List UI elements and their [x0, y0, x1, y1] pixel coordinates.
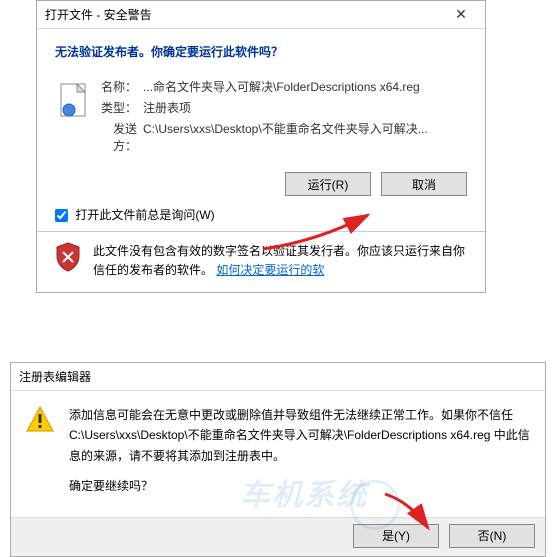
dialog2-button-row: 是(Y) 否(N) — [11, 517, 545, 556]
file-info-grid: 名称： ...命名文件夹导入可解决\FolderDescriptions x64… — [95, 78, 467, 158]
run-button[interactable]: 运行(R) — [285, 172, 371, 196]
type-value: 注册表项 — [143, 99, 467, 116]
yes-button[interactable]: 是(Y) — [353, 524, 439, 548]
info-from-row: 发送方： C:\Users\xxs\Desktop\不能重命名文件夹导入可解决.… — [95, 120, 467, 154]
name-label: 名称： — [95, 78, 143, 95]
warning-row: 此文件没有包含有效的数字签名以验证其发行者。你应该只运行来自你信任的发布者的软件… — [55, 242, 467, 280]
divider — [37, 231, 485, 232]
from-label: 发送方： — [95, 120, 143, 154]
security-warning-dialog: 打开文件 - 安全警告 ✕ 无法验证发布者。你确定要运行此软件吗？ 名称： ..… — [36, 0, 486, 293]
dialog1-titlebar: 打开文件 - 安全警告 ✕ — [37, 1, 485, 29]
shield-icon — [55, 242, 83, 280]
registry-editor-dialog: 注册表编辑器 添加信息可能会在无意中更改或删除值并导致组件无法继续正常工作。如果… — [10, 362, 546, 557]
dialog1-button-row: 运行(R) 取消 — [55, 172, 467, 196]
dialog2-body: 添加信息可能会在无意中更改或删除值并导致组件无法继续正常工作。如果你不信任 C:… — [11, 391, 545, 517]
type-label: 类型： — [95, 99, 143, 116]
dialog1-title: 打开文件 - 安全警告 — [45, 6, 441, 23]
warning-triangle-icon — [25, 405, 57, 507]
close-icon: ✕ — [455, 6, 467, 23]
always-ask-row: 打开此文件前总是询问(W) — [55, 206, 467, 223]
always-ask-label[interactable]: 打开此文件前总是询问(W) — [55, 208, 215, 222]
close-button[interactable]: ✕ — [441, 2, 481, 28]
dialog2-message-row: 添加信息可能会在无意中更改或删除值并导致组件无法继续正常工作。如果你不信任 C:… — [25, 405, 531, 507]
file-icon — [55, 78, 95, 158]
dialog2-message: 添加信息可能会在无意中更改或删除值并导致组件无法继续正常工作。如果你不信任 C:… — [69, 405, 531, 507]
always-ask-text: 打开此文件前总是询问(W) — [75, 208, 214, 222]
no-button[interactable]: 否(N) — [449, 524, 535, 548]
dialog2-msg2: 确定要继续吗？ — [69, 476, 531, 496]
how-to-decide-link[interactable]: 如何决定要运行的软 — [216, 263, 324, 277]
dialog2-titlebar: 注册表编辑器 — [11, 363, 545, 391]
name-value: ...命名文件夹导入可解决\FolderDescriptions x64.reg — [143, 78, 467, 95]
file-info-row: 名称： ...命名文件夹导入可解决\FolderDescriptions x64… — [55, 78, 467, 158]
info-name-row: 名称： ...命名文件夹导入可解决\FolderDescriptions x64… — [95, 78, 467, 95]
from-value: C:\Users\xxs\Desktop\不能重命名文件夹导入可解决... — [143, 120, 467, 154]
dialog2-title: 注册表编辑器 — [19, 368, 91, 385]
security-question: 无法验证发布者。你确定要运行此软件吗？ — [55, 43, 467, 60]
always-ask-checkbox[interactable] — [55, 209, 68, 222]
dialog2-msg1: 添加信息可能会在无意中更改或删除值并导致组件无法继续正常工作。如果你不信任 C:… — [69, 405, 531, 466]
cancel-button[interactable]: 取消 — [381, 172, 467, 196]
dialog1-body: 无法验证发布者。你确定要运行此软件吗？ 名称： ...命名文件夹导入可解决\Fo… — [37, 29, 485, 292]
warning-text-block: 此文件没有包含有效的数字签名以验证其发行者。你应该只运行来自你信任的发布者的软件… — [93, 242, 467, 280]
info-type-row: 类型： 注册表项 — [95, 99, 467, 116]
